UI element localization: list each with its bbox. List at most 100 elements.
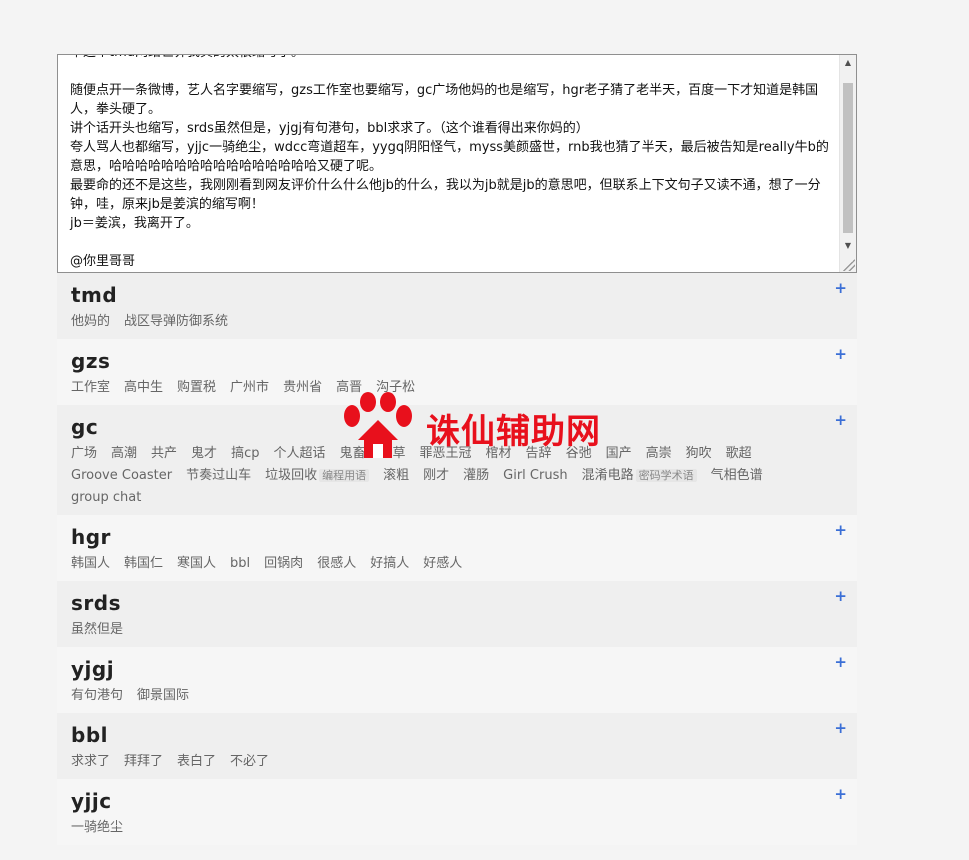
meaning-item[interactable]: 不必了	[230, 751, 269, 773]
add-meaning-button[interactable]: +	[834, 411, 847, 429]
meaning-text: bbl	[230, 556, 251, 571]
meaning-text: 好搞人	[370, 556, 410, 571]
meaning-item[interactable]: 高中生	[124, 377, 163, 399]
meaning-text: Girl Crush	[503, 468, 568, 483]
meaning-item[interactable]: 国产	[606, 443, 632, 465]
meaning-item[interactable]: 刚才	[423, 465, 449, 487]
meaning-tag: 编程用语	[319, 469, 370, 482]
meaning-list: 工作室 高中生 购置税 广州市 贵州省 高晋 沟子松	[71, 377, 843, 399]
text-input-area[interactable]: 草这个tmd网络世界我真的太很缩写了。 随便点开一条微博，艺人名字要缩写，gzs…	[57, 54, 857, 273]
meaning-item[interactable]: 歌超	[726, 443, 752, 465]
meaning-text: 鬼才	[191, 446, 218, 461]
meaning-item[interactable]: 有句港句	[71, 685, 123, 707]
meaning-item[interactable]: 广州市	[230, 377, 269, 399]
abbreviation-list: tmd + 他妈的 战区导弹防御系统 gzs + 工作室 高中生 购置税 广州市 贵州省 高晋 沟子松 g…	[57, 273, 857, 845]
abbreviation-term: gc	[71, 415, 99, 439]
meaning-item[interactable]: 罪恶王冠	[420, 443, 472, 465]
meaning-text: 表白了	[177, 754, 217, 769]
add-meaning-button[interactable]: +	[834, 279, 847, 297]
meaning-item[interactable]: 沟子松	[376, 377, 415, 399]
scroll-up-arrow-icon[interactable]: ▲	[840, 55, 856, 71]
meaning-text: 韩国仁	[124, 556, 164, 571]
meaning-item[interactable]: 很感人	[317, 553, 356, 575]
add-meaning-button[interactable]: +	[834, 587, 847, 605]
meaning-item[interactable]: group chat	[71, 487, 141, 509]
meaning-text: 战区导弹防御系统	[124, 314, 229, 329]
meaning-item[interactable]: 个人超话	[273, 443, 325, 465]
meaning-item[interactable]: 灌肠	[463, 465, 489, 487]
add-meaning-button[interactable]: +	[834, 345, 847, 363]
meaning-item[interactable]: 过草	[380, 443, 406, 465]
meaning-item[interactable]: 高潮	[111, 443, 137, 465]
resize-grip-icon[interactable]	[843, 259, 855, 271]
meaning-text: 御景国际	[137, 688, 190, 703]
meaning-item[interactable]: 工作室	[71, 377, 110, 399]
meaning-item[interactable]: 棺材	[486, 443, 512, 465]
meaning-item[interactable]: 鬼才	[191, 443, 217, 465]
meaning-item[interactable]: 拜拜了	[124, 751, 163, 773]
meaning-list: 他妈的 战区导弹防御系统	[71, 311, 843, 333]
meaning-item[interactable]: 狗吹	[686, 443, 712, 465]
meaning-text: group chat	[71, 490, 142, 505]
meaning-item[interactable]: 谷弛	[566, 443, 592, 465]
meaning-item[interactable]: 高崇	[646, 443, 672, 465]
meaning-text: 好感人	[423, 556, 463, 571]
meaning-item[interactable]: 虽然但是	[71, 619, 123, 641]
meaning-item[interactable]: 回锅肉	[264, 553, 303, 575]
meaning-text: 他妈的	[71, 314, 111, 329]
meaning-item[interactable]: 垃圾回收 编程用语	[265, 465, 370, 487]
meaning-item[interactable]: 表白了	[177, 751, 216, 773]
meaning-item[interactable]: 寒国人	[177, 553, 216, 575]
text-input-content[interactable]: 草这个tmd网络世界我真的太很缩写了。 随便点开一条微博，艺人名字要缩写，gzs…	[70, 55, 830, 271]
meaning-item[interactable]: 御景国际	[137, 685, 189, 707]
meaning-item[interactable]: 一骑绝尘	[71, 817, 123, 839]
meaning-item[interactable]: 告辞	[526, 443, 552, 465]
abbreviation-card: bbl + 求求了 拜拜了 表白了 不必了	[57, 713, 857, 779]
meaning-item[interactable]: 他妈的	[71, 311, 110, 333]
meaning-text: 共产	[151, 446, 178, 461]
meaning-text: 寒国人	[177, 556, 217, 571]
meaning-list: 广场 高潮 共产 鬼才 搞cp 个人超话 鬼畜 过草 罪恶王冠 棺材 告辞 谷弛 国产 高崇 狗吹 歌超 Gro…	[71, 443, 843, 509]
meaning-item[interactable]: 好搞人	[370, 553, 409, 575]
meaning-item[interactable]: 韩国仁	[124, 553, 163, 575]
meaning-text: 混淆电路	[581, 468, 634, 483]
meaning-list: 虽然但是	[71, 619, 843, 641]
meaning-item[interactable]: 搞cp	[231, 443, 259, 465]
meaning-item[interactable]: 共产	[151, 443, 177, 465]
meaning-list: 一骑绝尘	[71, 817, 843, 839]
meaning-text: 高崇	[645, 446, 672, 461]
meaning-item[interactable]: 贵州省	[283, 377, 322, 399]
meaning-item[interactable]: 广场	[71, 443, 97, 465]
meaning-item[interactable]: 韩国人	[71, 553, 110, 575]
add-meaning-button[interactable]: +	[834, 719, 847, 737]
meaning-item[interactable]: 好感人	[423, 553, 462, 575]
add-meaning-button[interactable]: +	[834, 785, 847, 803]
scroll-thumb[interactable]	[843, 83, 853, 233]
textarea-scrollbar[interactable]: ▲ ▼	[839, 55, 856, 272]
meaning-tag: 密码学术语	[635, 469, 697, 482]
meaning-item[interactable]: bbl	[230, 553, 250, 575]
meaning-item[interactable]: 节奏过山车	[186, 465, 251, 487]
meaning-text: 拜拜了	[124, 754, 164, 769]
meaning-item[interactable]: Groove Coaster	[71, 465, 172, 487]
meaning-item[interactable]: 高晋	[336, 377, 362, 399]
meaning-text: 告辞	[525, 446, 552, 461]
add-meaning-button[interactable]: +	[834, 653, 847, 671]
meaning-item[interactable]: Girl Crush	[503, 465, 567, 487]
abbreviation-card: hgr + 韩国人 韩国仁 寒国人 bbl 回锅肉 很感人 好搞人 好感人	[57, 515, 857, 581]
meaning-item[interactable]: 战区导弹防御系统	[124, 311, 228, 333]
meaning-item[interactable]: 鬼畜	[339, 443, 365, 465]
add-meaning-button[interactable]: +	[834, 521, 847, 539]
meaning-list: 韩国人 韩国仁 寒国人 bbl 回锅肉 很感人 好搞人 好感人	[71, 553, 843, 575]
meaning-text: 垃圾回收	[265, 468, 318, 483]
meaning-text: 罪恶王冠	[419, 446, 472, 461]
meaning-item[interactable]: 气相色谱	[711, 465, 763, 487]
scroll-down-arrow-icon[interactable]: ▼	[840, 238, 856, 254]
meaning-text: 有句港句	[71, 688, 124, 703]
meaning-item[interactable]: 购置税	[177, 377, 216, 399]
meaning-item[interactable]: 混淆电路 密码学术语	[582, 465, 697, 487]
meaning-item[interactable]: 求求了	[71, 751, 110, 773]
meaning-item[interactable]: 滚粗	[383, 465, 409, 487]
meaning-text: 滚粗	[383, 468, 410, 483]
abbreviation-term: yjjc	[71, 789, 112, 813]
